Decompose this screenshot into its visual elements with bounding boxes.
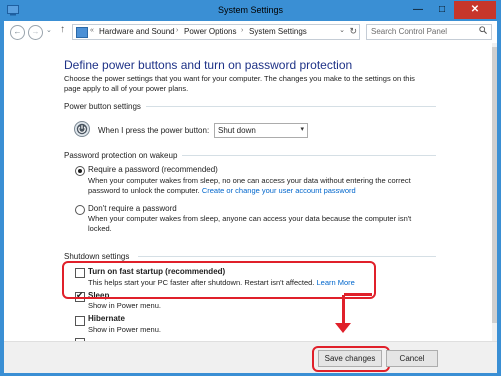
save-changes-button[interactable]: Save changes [318,350,382,367]
power-button-action-value: Shut down [218,126,256,135]
minimize-button[interactable]: — [406,1,430,19]
password-section-header: Password protection on wakeup [64,151,178,160]
breadcrumb-separator-icon[interactable]: › [241,27,243,34]
settings-content: Define power buttons and turn on passwor… [4,43,497,341]
search-input[interactable]: Search Control Panel [366,24,492,40]
chevron-down-icon: ▾ [300,126,304,133]
sleep-description: Show in Power menu. [88,301,161,310]
breadcrumb-separator-icon[interactable]: › [176,27,178,34]
change-password-link[interactable]: Create or change your user account passw… [202,186,356,195]
refresh-icon[interactable]: ↻ [349,26,357,37]
no-password-radio[interactable] [75,205,85,215]
cancel-button[interactable]: Cancel [386,350,438,367]
hibernate-checkbox[interactable] [75,316,85,326]
section-divider [146,106,436,107]
no-password-description: When your computer wakes from sleep, any… [88,214,412,233]
system-settings-window: System Settings — □ ✕ ← → ⌄ ↑ « Hardware… [0,0,501,376]
page-intro: Choose the power settings that you want … [64,74,415,93]
breadcrumb-hardware-and-sound[interactable]: Hardware and Sound [99,27,175,36]
power-button-icon [74,121,90,137]
address-bar[interactable]: « Hardware and Sound › Power Options › S… [72,24,360,40]
search-placeholder: Search Control Panel [371,27,448,36]
address-dropdown-icon[interactable]: ⌄ [339,26,345,34]
vertical-scrollbar[interactable] [492,43,497,341]
power-button-action-select[interactable]: Shut down ▾ [214,123,308,138]
require-password-label[interactable]: Require a password (recommended) [88,165,218,174]
annotation-arrow-segment [344,293,372,296]
breadcrumb-power-options[interactable]: Power Options [184,27,236,36]
no-password-label[interactable]: Don't require a password [88,204,177,213]
search-icon[interactable] [479,26,487,34]
fast-startup-highlight-box [62,261,376,299]
hibernate-label[interactable]: Hibernate [88,314,125,323]
back-arrow-icon[interactable]: ← [10,25,25,40]
power-button-label: When I press the power button: [98,126,210,135]
navigation-bar: ← → ⌄ ↑ « Hardware and Sound › Power Opt… [4,21,497,44]
annotation-arrow-segment [342,295,345,325]
require-password-radio[interactable] [75,166,85,176]
shutdown-section-header: Shutdown settings [64,252,130,261]
page-title: Define power buttons and turn on passwor… [64,58,353,72]
up-arrow-icon[interactable]: ↑ [60,24,65,35]
close-button[interactable]: ✕ [454,1,496,19]
dialog-footer: Save changes Cancel [4,341,497,373]
scrollbar-thumb[interactable] [492,47,497,323]
recent-locations-chevron-icon[interactable]: ⌄ [46,26,52,34]
breadcrumb-system-settings[interactable]: System Settings [249,27,307,36]
section-divider [138,256,436,257]
section-divider [182,155,436,156]
annotation-arrow-down-icon [335,323,351,333]
title-bar: System Settings — □ ✕ [1,1,500,21]
power-button-section-header: Power button settings [64,102,141,111]
maximize-button[interactable]: □ [430,1,454,19]
require-password-description: When your computer wakes from sleep, no … [88,176,411,195]
breadcrumb-overflow-icon[interactable]: « [90,27,94,34]
hibernate-description: Show in Power menu. [88,325,161,334]
forward-arrow-icon[interactable]: → [28,25,43,40]
control-panel-icon [76,27,88,38]
